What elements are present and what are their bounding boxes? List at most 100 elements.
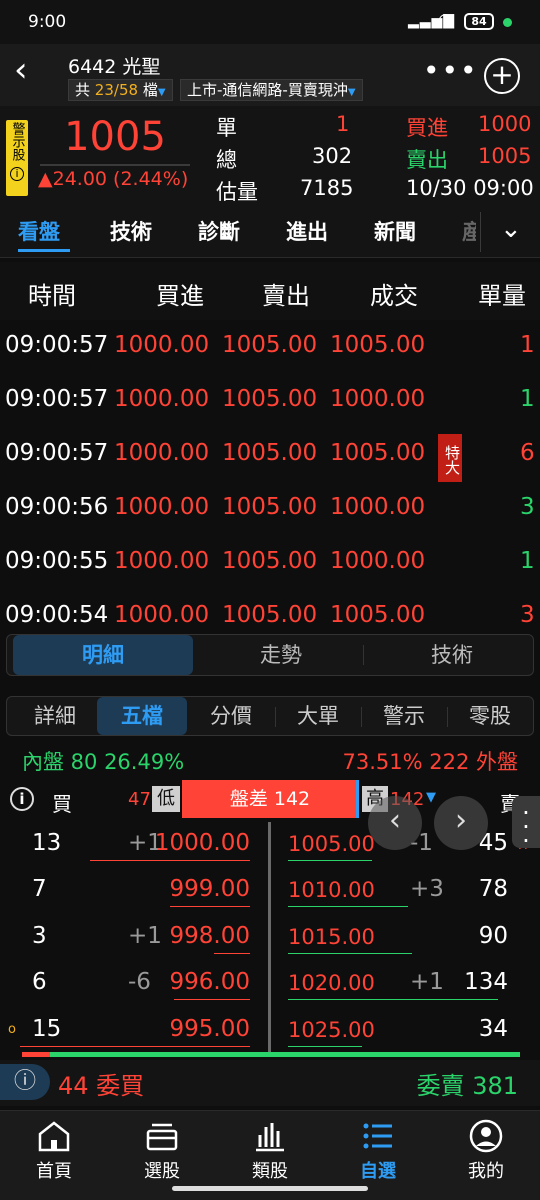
ask-depth-line: [288, 860, 372, 861]
book-tab-detail[interactable]: 詳細: [13, 697, 97, 735]
dropdown-triangle-icon: ▼: [157, 87, 166, 98]
trade-row: 09:00:56 1000.00 1005.00 1000.00 3: [0, 482, 540, 536]
nav-sectors[interactable]: 類股: [216, 1111, 324, 1182]
back-arrow-icon[interactable]: ‹: [14, 50, 28, 90]
bid-label: 買進: [406, 116, 448, 140]
nav-profile[interactable]: 我的: [432, 1111, 540, 1182]
inner-volume: 內盤 80 26.49%: [22, 750, 185, 774]
bid-price: 998.00: [169, 922, 250, 949]
ask-price: 1010.00: [288, 878, 375, 903]
book-tab-warning[interactable]: 警示: [361, 697, 447, 735]
book-tab-price-volume[interactable]: 分價: [189, 697, 273, 735]
status-time: 9:00: [28, 12, 67, 32]
tab-technical[interactable]: 技術: [110, 216, 152, 246]
tab-partial[interactable]: 産: [462, 216, 476, 246]
active-tab-indicator: [18, 249, 70, 252]
bid-depth-line: [174, 999, 250, 1001]
trade-qty: 1: [520, 548, 535, 574]
book-tab-odd-lot[interactable]: 零股: [447, 697, 533, 735]
col-ask: 賣出: [262, 282, 310, 310]
main-tabs: 看盤 技術 診斷 進出 新聞 産 ⌄: [0, 206, 540, 258]
trade-qty: 1: [520, 386, 535, 412]
user-icon: [469, 1119, 503, 1153]
trade-time: 09:00:54: [5, 602, 109, 628]
nav-screener-label: 選股: [144, 1161, 180, 1182]
toggle-trend[interactable]: 走勢: [193, 635, 369, 675]
trade-ask: 1005.00: [222, 332, 318, 358]
bid-quantity: 13: [32, 830, 62, 856]
nav-screener[interactable]: 選股: [108, 1111, 216, 1182]
dropdown-triangle-icon: ▼: [347, 87, 356, 98]
low-value: 47: [128, 789, 151, 810]
bid-ratio: [22, 1052, 50, 1057]
trade-time: 09:00:57: [5, 332, 109, 358]
tab-divider: [480, 212, 481, 252]
trade-ask: 1005.00: [222, 494, 318, 520]
book-tab-big-order[interactable]: 大單: [275, 697, 361, 735]
info-icon[interactable]: ⓘ: [0, 1064, 50, 1100]
total-value: 302: [312, 144, 353, 168]
tab-inout[interactable]: 進出: [286, 216, 328, 246]
trade-bid: 1000.00: [114, 602, 210, 628]
ask-price: 1015.00: [288, 924, 375, 949]
trade-qty: 3: [520, 602, 535, 628]
bid-price: 1000.00: [154, 830, 250, 856]
estimated-volume-value: 7185: [300, 176, 354, 200]
toggle-technical[interactable]: 技術: [369, 635, 535, 675]
trade-bid: 1000.00: [114, 548, 210, 574]
ask-quantity: 34: [478, 1015, 508, 1042]
stock-header: ‹ 6442 光聖 共 23/58 檔▼ 上市-通信網路-買賣現沖▼ ••• +: [0, 44, 540, 106]
ask-ratio: [50, 1052, 520, 1057]
layers-icon: [146, 1123, 178, 1151]
toggle-detail[interactable]: 明細: [13, 635, 193, 675]
trade-deal: 1000.00: [330, 548, 426, 574]
info-icon: i: [10, 167, 24, 181]
trade-table-body: 09:00:57 1000.00 1005.00 1005.00 1 09:00:57 10…: [0, 320, 540, 632]
dropdown-triangle-icon[interactable]: ▼: [426, 790, 436, 805]
ask-depth-line: [288, 999, 498, 1001]
bid-price: 995.00: [169, 1015, 250, 1042]
count-prefix: 共: [75, 81, 91, 99]
row-marker: o: [8, 1021, 16, 1037]
tab-diagnosis[interactable]: 診斷: [198, 216, 240, 246]
market-category-dropdown[interactable]: 上市-通信網路-買賣現沖▼: [180, 79, 363, 101]
trade-ask: 1005.00: [222, 548, 318, 574]
single-value: 1: [336, 112, 350, 136]
trade-ask: 1005.00: [222, 440, 318, 466]
tab-watch[interactable]: 看盤: [18, 216, 60, 246]
ask-value: 1005: [478, 144, 532, 168]
bid-change: +1: [128, 922, 162, 949]
chevron-down-icon[interactable]: ⌄: [500, 214, 522, 244]
list-icon: [363, 1123, 392, 1149]
nav-watchlist[interactable]: 自選: [324, 1111, 432, 1182]
current-price: 1005: [64, 114, 166, 160]
count-suffix: 檔: [142, 81, 158, 99]
chevron-right-icon[interactable]: ›: [434, 796, 488, 850]
more-menu-icon[interactable]: •••: [423, 54, 479, 87]
chevron-left-icon[interactable]: ‹: [368, 796, 422, 850]
trade-deal: 1005.00: [330, 440, 426, 466]
home-indicator: [172, 1186, 368, 1191]
info-icon[interactable]: i: [10, 787, 34, 811]
price-change: ▲24.00 (2.44%): [38, 168, 189, 190]
nav-home[interactable]: 首頁: [0, 1111, 108, 1182]
quote-datetime: 10/30 09:00: [406, 176, 534, 200]
warning-label: 警示股: [9, 122, 25, 161]
trade-time: 09:00:57: [5, 440, 109, 466]
bid-value: 1000: [478, 112, 532, 136]
order-book-divider: [268, 822, 271, 1054]
trade-row: 09:00:57 1000.00 1005.00 1000.00 1: [0, 374, 540, 428]
add-watchlist-icon[interactable]: +: [484, 58, 520, 94]
total-ask-orders: 委賣 381: [416, 1072, 518, 1100]
tab-news[interactable]: 新聞: [374, 216, 416, 246]
wifi-icon: ◠: [438, 10, 453, 30]
watchlist-position-dropdown[interactable]: 共 23/58 檔▼: [68, 79, 173, 101]
side-drawer-handle[interactable]: · · ·: [512, 796, 540, 853]
ask-depth-line: [288, 1045, 362, 1047]
inner-outer-volume: 內盤 80 26.49% 73.51% 222 外盤: [0, 744, 540, 776]
trade-bid: 1000.00: [114, 386, 210, 412]
trade-time: 09:00:57: [5, 386, 109, 412]
trade-bid: 1000.00: [114, 332, 210, 358]
book-tab-five-level[interactable]: 五檔: [97, 697, 187, 735]
nav-profile-label: 我的: [468, 1161, 504, 1182]
